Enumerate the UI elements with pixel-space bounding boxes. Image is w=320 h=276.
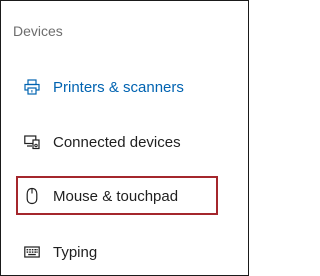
connected-devices-icon: [22, 132, 42, 152]
section-header-devices: Devices: [13, 23, 63, 39]
mouse-icon: [22, 186, 42, 206]
settings-panel: Devices Printers & scanners Connected de…: [0, 0, 249, 276]
nav-item-label: Printers & scanners: [53, 78, 184, 96]
keyboard-icon: [22, 242, 42, 262]
nav-item-connected-devices[interactable]: Connected devices: [1, 122, 248, 162]
nav-item-label: Connected devices: [53, 133, 181, 151]
nav-item-label: Typing: [53, 243, 98, 261]
nav-item-typing[interactable]: Typing: [1, 232, 248, 272]
printer-icon: [22, 77, 42, 97]
nav-item-printers-scanners[interactable]: Printers & scanners: [1, 67, 248, 107]
nav-item-mouse-touchpad[interactable]: Mouse & touchpad: [1, 176, 248, 216]
nav-item-label: Mouse & touchpad: [53, 187, 179, 205]
